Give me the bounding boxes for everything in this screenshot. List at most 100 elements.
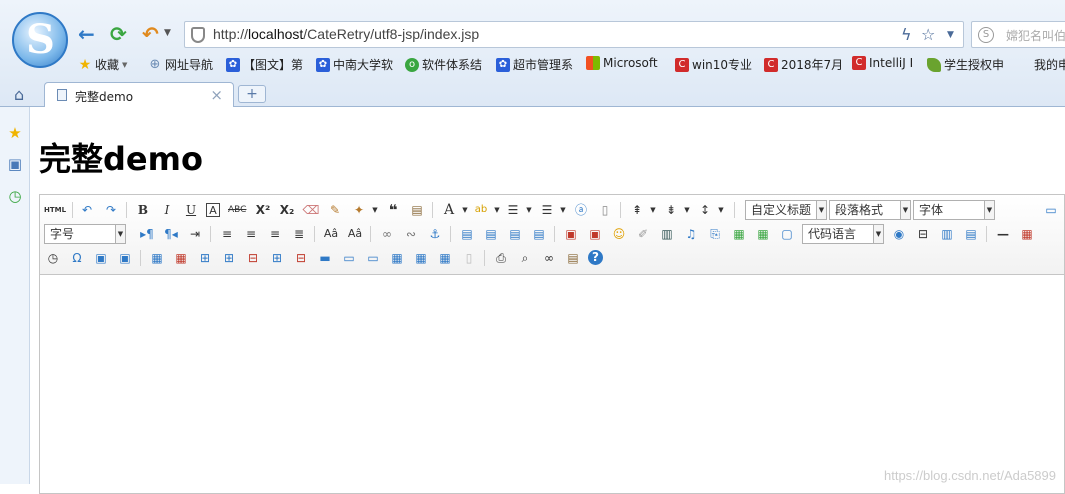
merge-down-icon[interactable]: ▭	[364, 249, 382, 267]
italic-icon[interactable]: I	[158, 201, 176, 219]
chevron-down-icon[interactable]: ▼	[164, 28, 171, 38]
select-all-icon[interactable]: ⓐ	[572, 201, 590, 219]
search-box[interactable]: S 嫦犯名叫伯	[971, 21, 1065, 48]
template-icon[interactable]: ▥	[938, 225, 956, 243]
bookmark-item[interactable]: ⊕ 网址导航	[148, 56, 213, 73]
paste-plain-icon[interactable]: ▤	[408, 201, 426, 219]
align-right-icon[interactable]: ≡	[266, 225, 284, 243]
split-to-cols-icon[interactable]: ▦	[436, 249, 454, 267]
lowercase-icon[interactable]: Aâ	[346, 225, 364, 243]
insert-paragraph-before-table-icon[interactable]: ⊞	[196, 249, 214, 267]
delete-column-icon[interactable]: ⊟	[292, 249, 310, 267]
bookmark-item[interactable]: ✿ 【图文】第	[226, 56, 303, 73]
insert-video-icon[interactable]: ▥	[658, 225, 676, 243]
search-input-placeholder[interactable]: 嫦犯名叫伯	[1006, 27, 1065, 44]
split-to-cells-icon[interactable]: ▦	[388, 249, 406, 267]
url-text[interactable]: http://localhost/CateRetry/utf8-jsp/inde…	[213, 26, 479, 42]
drafts-icon[interactable]: ▤	[564, 249, 582, 267]
link-icon[interactable]: ∞	[378, 225, 396, 243]
format-painter-icon[interactable]: ✎	[326, 201, 344, 219]
chevron-down-icon[interactable]: ▼	[678, 201, 696, 219]
horizontal-rule-icon[interactable]: —	[994, 225, 1012, 243]
custom-heading-select[interactable]: 自定义标题 ▼	[745, 200, 827, 220]
simple-upload-icon[interactable]: ▣	[562, 225, 580, 243]
calendar-date-icon[interactable]: ▦	[1018, 225, 1036, 243]
search-engine-icon[interactable]: S	[978, 27, 994, 43]
chevron-down-icon[interactable]: ▼	[520, 201, 538, 219]
image-center-icon[interactable]: ▤	[530, 225, 548, 243]
scrawl-icon[interactable]: ✐	[634, 225, 652, 243]
time-icon[interactable]: ◷	[44, 249, 62, 267]
history-clock-icon[interactable]: ◷	[6, 187, 24, 205]
split-to-rows-icon[interactable]: ▦	[412, 249, 430, 267]
clear-document-icon[interactable]: ▯	[596, 201, 614, 219]
align-center-icon[interactable]: ≡	[242, 225, 260, 243]
map-icon[interactable]: ▦	[730, 225, 748, 243]
google-map-icon[interactable]: ▦	[754, 225, 772, 243]
insert-frame-icon[interactable]: ▢	[778, 225, 796, 243]
bookmark-item[interactable]: Microsoft	[586, 56, 658, 70]
merge-right-icon[interactable]: ▭	[340, 249, 358, 267]
bookmark-favorites[interactable]: ★ 收藏 ▼	[78, 56, 128, 73]
music-icon[interactable]: ♫	[682, 225, 700, 243]
bookmark-item[interactable]: 我的申	[1034, 56, 1065, 73]
preview-magnifier-icon[interactable]: ⌕	[516, 249, 534, 267]
lightning-icon[interactable]: ϟ	[901, 25, 912, 44]
paragraph-format-select[interactable]: 段落格式 ▼	[829, 200, 911, 220]
font-family-select[interactable]: 字体 ▼	[913, 200, 995, 220]
align-justify-icon[interactable]: ≣	[290, 225, 308, 243]
undo-icon[interactable]: ↶	[78, 201, 96, 219]
blockquote-icon[interactable]: ❝	[384, 201, 402, 219]
bookmark-item[interactable]: C IntelliJ I	[852, 56, 913, 70]
special-char-omega-icon[interactable]: Ω	[68, 249, 86, 267]
tab-active[interactable]: 完整demo ×	[44, 82, 234, 108]
print-icon[interactable]: ⎙	[492, 249, 510, 267]
strikethrough-icon[interactable]: ABC	[228, 201, 246, 219]
align-left-icon[interactable]: ≡	[218, 225, 236, 243]
eraser-icon[interactable]: ⌫	[302, 201, 320, 219]
source-code-button[interactable]: HTML	[44, 201, 66, 219]
charts-icon[interactable]: ▯	[460, 249, 478, 267]
chevron-down-icon[interactable]: ▼	[712, 201, 730, 219]
reading-list-icon[interactable]: ▣	[6, 155, 24, 173]
insert-image-icon[interactable]: ▣	[586, 225, 604, 243]
font-size-select[interactable]: 字号 ▼	[44, 224, 126, 244]
unlink-icon[interactable]: ∾	[402, 225, 420, 243]
fullscreen-icon[interactable]: ▭	[1042, 201, 1060, 219]
insert-row-icon[interactable]: ⊞	[220, 249, 238, 267]
bold-icon[interactable]: B	[134, 201, 152, 219]
delete-table-icon[interactable]: ▦	[172, 249, 190, 267]
insert-table-icon[interactable]: ▦	[148, 249, 166, 267]
home-icon[interactable]: ⌂	[14, 85, 24, 104]
delete-row-icon[interactable]: ⊟	[244, 249, 262, 267]
help-icon[interactable]: ?	[588, 250, 603, 265]
code-language-select[interactable]: 代码语言 ▼	[802, 224, 884, 244]
anchor-icon[interactable]: ⚓	[426, 225, 444, 243]
insert-column-icon[interactable]: ⊞	[268, 249, 286, 267]
browser-logo[interactable]: S	[12, 12, 68, 68]
bookmark-item[interactable]: ✿ 超市管理系	[496, 56, 573, 73]
address-bar[interactable]: http://localhost/CateRetry/utf8-jsp/inde…	[184, 21, 964, 48]
snapscreen-icon[interactable]: ▣	[116, 249, 134, 267]
chevron-down-icon[interactable]: ▼	[644, 201, 662, 219]
image-right-icon[interactable]: ▤	[506, 225, 524, 243]
back-arrow-icon[interactable]: ←	[78, 22, 95, 46]
refresh-icon[interactable]: ⟳	[110, 22, 127, 46]
subscript-icon[interactable]: X₂	[278, 201, 296, 219]
image-none-icon[interactable]: ▤	[458, 225, 476, 243]
favorite-star-icon[interactable]: ☆	[921, 25, 935, 44]
superscript-icon[interactable]: X²	[254, 201, 272, 219]
image-left-icon[interactable]: ▤	[482, 225, 500, 243]
underline-icon[interactable]: U	[182, 201, 200, 219]
bookmark-item[interactable]: C 2018年7月	[764, 56, 843, 73]
emotion-icon[interactable]: ☺	[610, 225, 628, 243]
chevron-down-icon[interactable]: ▼	[554, 201, 572, 219]
rtl-direction-icon[interactable]: ¶◂	[162, 225, 180, 243]
page-break-icon[interactable]: ⊟	[914, 225, 932, 243]
ltr-direction-icon[interactable]: ▸¶	[138, 225, 156, 243]
undo-close-tab-icon[interactable]: ↶	[142, 22, 159, 46]
font-border-icon[interactable]: A	[206, 203, 220, 217]
merge-cells-icon[interactable]: ▬	[316, 249, 334, 267]
redo-icon[interactable]: ↷	[102, 201, 120, 219]
bookmark-item[interactable]: 学生授权申	[927, 56, 1004, 73]
